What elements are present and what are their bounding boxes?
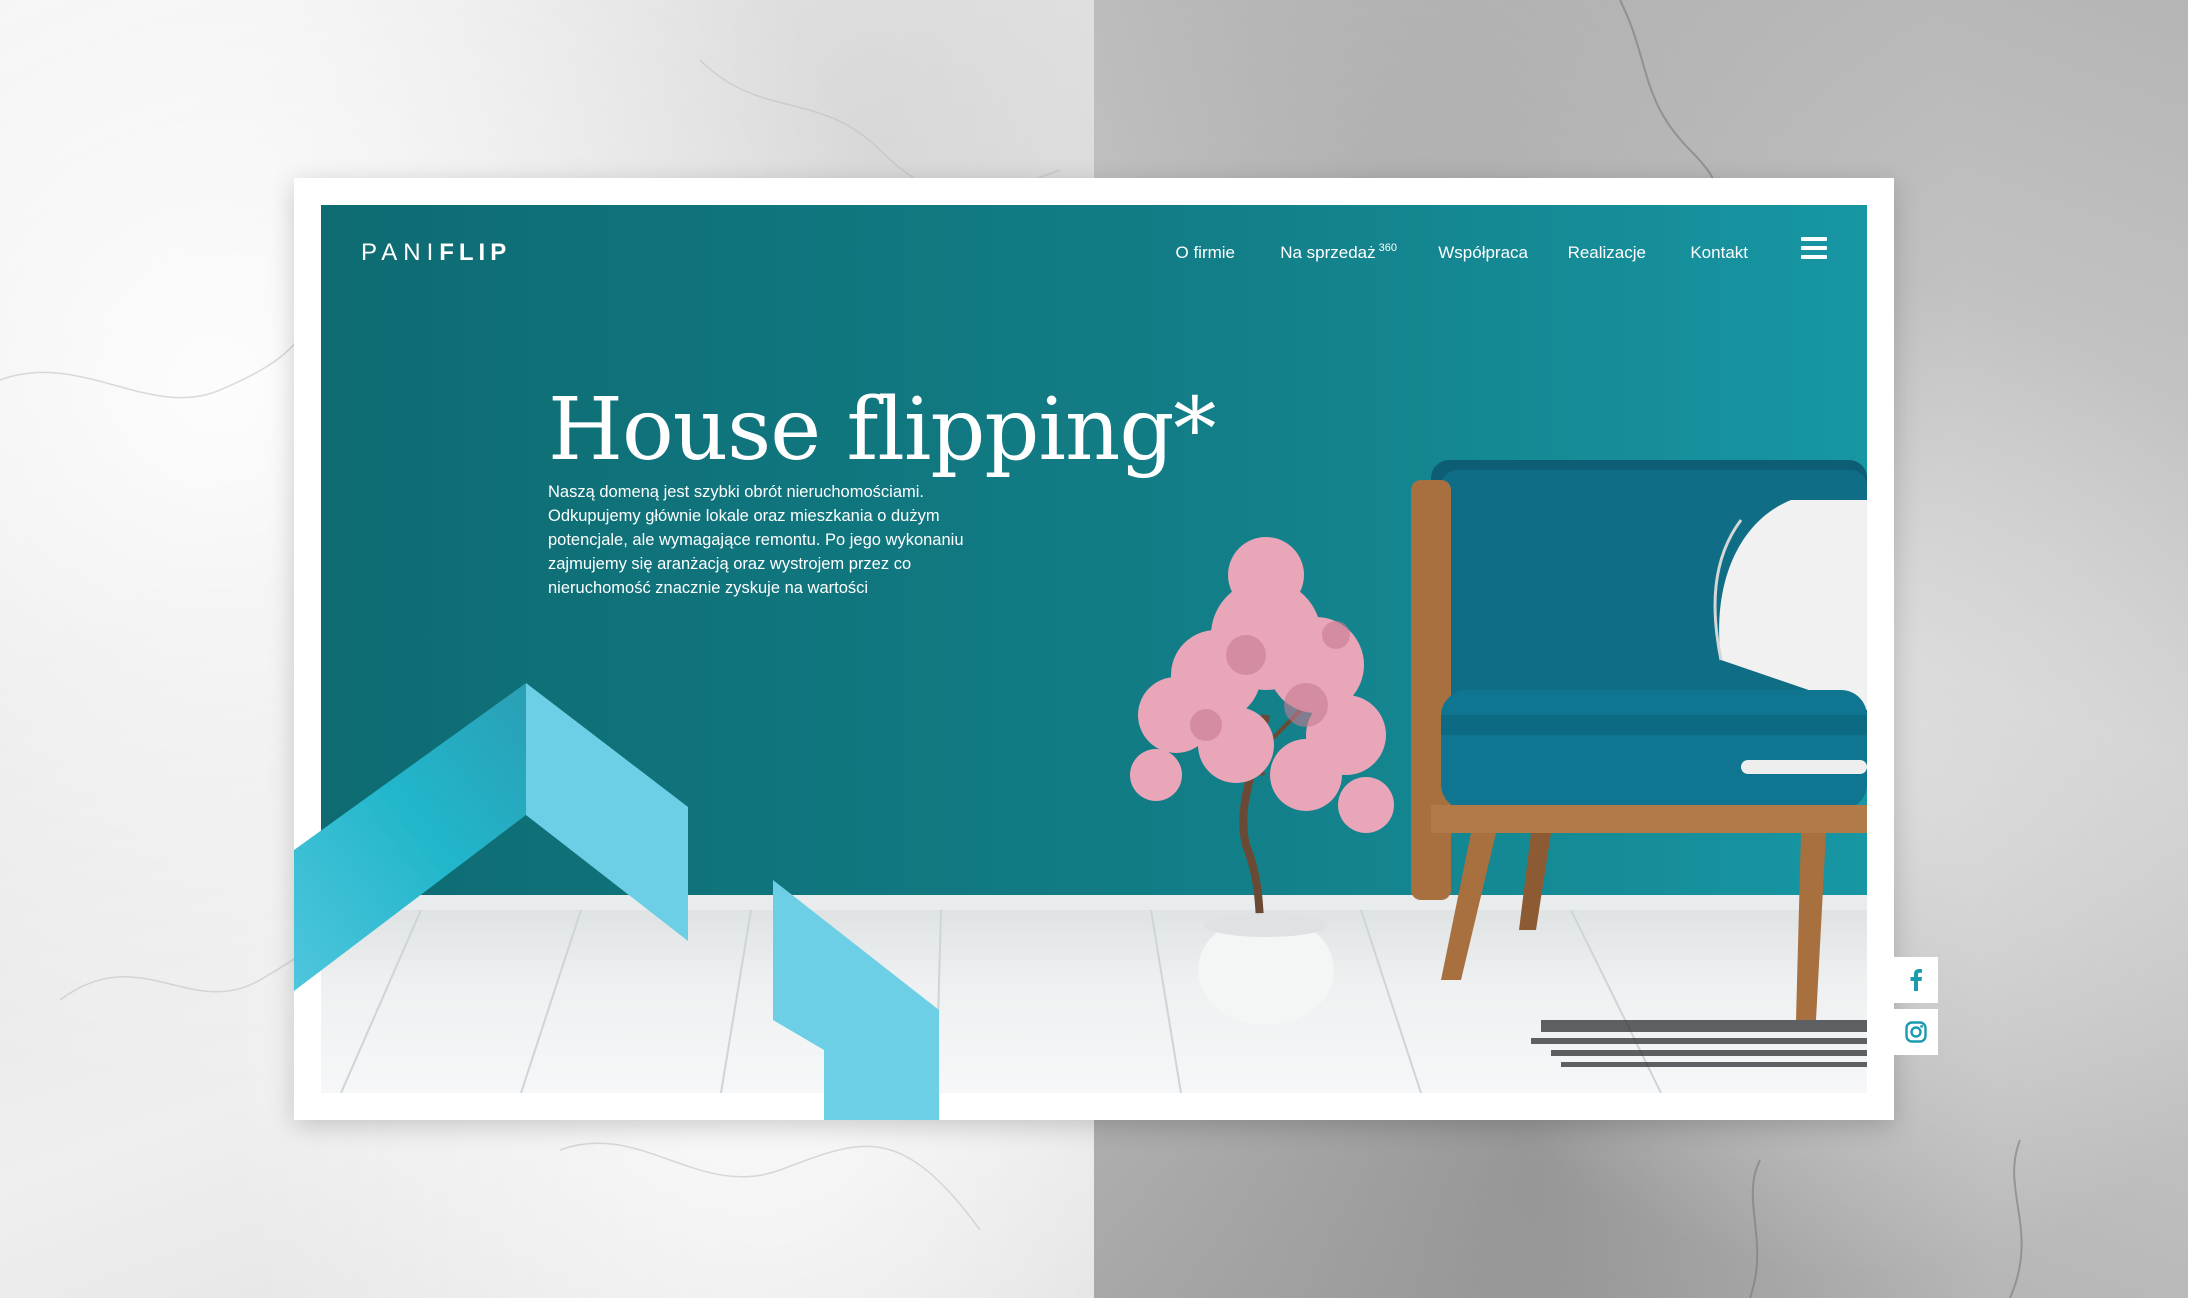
hero-section: PANIFLIP O firmie Na sprzedaż 360 Współpr… <box>321 205 1867 1093</box>
nav-item-o-firmie[interactable]: O firmie <box>1176 235 1236 271</box>
logo[interactable]: PANIFLIP <box>361 233 511 273</box>
website-preview-frame: PANIFLIP O firmie Na sprzedaż 360 Współpr… <box>294 178 1894 1120</box>
nav-label: O firmie <box>1175 243 1236 262</box>
nav-item-wspolpraca[interactable]: Współpraca <box>1438 235 1528 271</box>
nav-sup-360: 360 <box>1378 242 1397 254</box>
logo-text-flip: FLIP <box>439 239 512 266</box>
nav-label: Kontakt <box>1690 243 1748 262</box>
nav-label: Na sprzedaż <box>1280 243 1376 262</box>
instagram-button[interactable] <box>1894 1009 1938 1055</box>
facebook-button[interactable] <box>1894 957 1938 1003</box>
teal-sofa <box>1411 460 1867 1020</box>
nav-item-kontakt[interactable]: Kontakt <box>1690 235 1748 271</box>
hamburger-line <box>1801 255 1827 259</box>
nav-item-na-sprzedaz[interactable]: Na sprzedaż 360 <box>1280 235 1397 271</box>
facebook-icon <box>1910 969 1922 991</box>
nav-label: Realizacje <box>1567 243 1646 262</box>
logo-text-pani: PANI <box>361 239 440 266</box>
instagram-icon <box>1905 1021 1927 1043</box>
hero-title: House flipping* <box>548 380 1216 480</box>
hamburger-icon[interactable] <box>1801 237 1827 259</box>
nav-item-realizacje[interactable]: Realizacje <box>1568 235 1646 271</box>
cherry-blossom-plant <box>1130 537 1394 1025</box>
hamburger-line <box>1801 237 1827 241</box>
hero-description: Naszą domeną jest szybki obrót nieruchom… <box>548 483 964 597</box>
hamburger-line <box>1801 246 1827 250</box>
nav-label: Współpraca <box>1438 243 1528 262</box>
